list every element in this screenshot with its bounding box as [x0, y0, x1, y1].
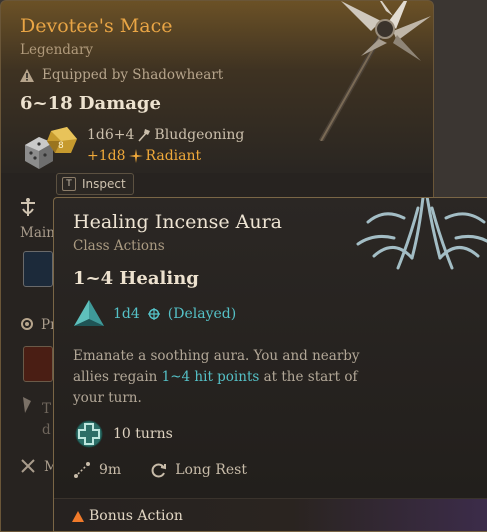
spell-category: Class Actions	[73, 238, 165, 254]
range-icon	[74, 462, 90, 478]
item-name: Devotee's Mace	[20, 15, 173, 37]
tooltip-stage: Devotee's Mace Legendary Equipped by Sha…	[0, 0, 487, 532]
action-cost: Bonus Action	[89, 508, 183, 524]
proficiency-row	[19, 316, 35, 334]
duration-icon	[75, 420, 103, 448]
healing-total: 1~4 Healing	[73, 268, 199, 289]
damage-row-bludgeoning: 1d6+4 Bludgeoning	[87, 127, 244, 143]
class-action-icon	[21, 198, 35, 216]
mace-art	[318, 1, 431, 141]
inspect-key: T	[62, 177, 76, 191]
t-row-icon	[21, 397, 33, 413]
hit-points-highlight: 1~4 hit points	[161, 369, 260, 385]
passive-icon[interactable]	[23, 346, 53, 382]
item-rarity: Legendary	[20, 42, 94, 58]
inspect-label: Inspect	[82, 177, 126, 191]
equipped-text: Equipped by Shadowheart	[42, 67, 224, 83]
duration-row: 10 turns	[75, 420, 173, 448]
main-hand-label: Main	[20, 225, 55, 241]
recharge-text: Long Rest	[175, 462, 247, 478]
bonus-action-icon	[72, 510, 84, 522]
proficiency-icon	[21, 318, 33, 330]
damage-row-radiant: +1d8 Radiant	[87, 148, 201, 164]
equipped-row: Equipped by Shadowheart	[20, 67, 223, 83]
inspect-hint[interactable]: T Inspect	[56, 173, 134, 195]
d-row-label: d	[42, 422, 51, 438]
d4-icon	[74, 300, 104, 326]
spell-tooltip: Healing Incense Aura Class Actions 1~4 H…	[53, 197, 487, 532]
spell-rune-icon[interactable]	[23, 251, 53, 287]
healing-dice-row: 1d4 (Delayed)	[73, 299, 236, 329]
damage-type: Radiant	[145, 148, 202, 164]
damage-total: 6~18 Damage	[20, 93, 161, 114]
t-row-label: T	[42, 401, 52, 417]
recharge-icon	[151, 463, 167, 478]
healing-timing: (Delayed)	[167, 306, 237, 322]
damage-dice: +1d8	[87, 148, 126, 164]
spell-description: Emanate a soothing aura. You and nearby …	[73, 348, 360, 406]
bludgeoning-icon	[138, 129, 151, 142]
aura-art	[356, 198, 487, 270]
range-recharge-row: 9m Long Rest	[73, 461, 247, 479]
duration-text: 10 turns	[113, 426, 173, 442]
svg-text:8: 8	[58, 141, 64, 151]
healing-dice: 1d4	[113, 306, 140, 322]
delayed-icon	[147, 308, 160, 320]
main-hand-row	[17, 197, 39, 217]
dice-icon: 8	[25, 127, 77, 169]
radiant-icon	[128, 149, 143, 163]
damage-dice: 1d6+4	[87, 127, 135, 143]
damage-type: Bludgeoning	[154, 127, 245, 143]
action-cost-footer: Bonus Action	[54, 498, 487, 531]
spell-name: Healing Incense Aura	[73, 211, 282, 233]
warning-icon	[20, 68, 34, 82]
range-text: 9m	[99, 462, 122, 478]
m-row-icon	[21, 459, 35, 473]
